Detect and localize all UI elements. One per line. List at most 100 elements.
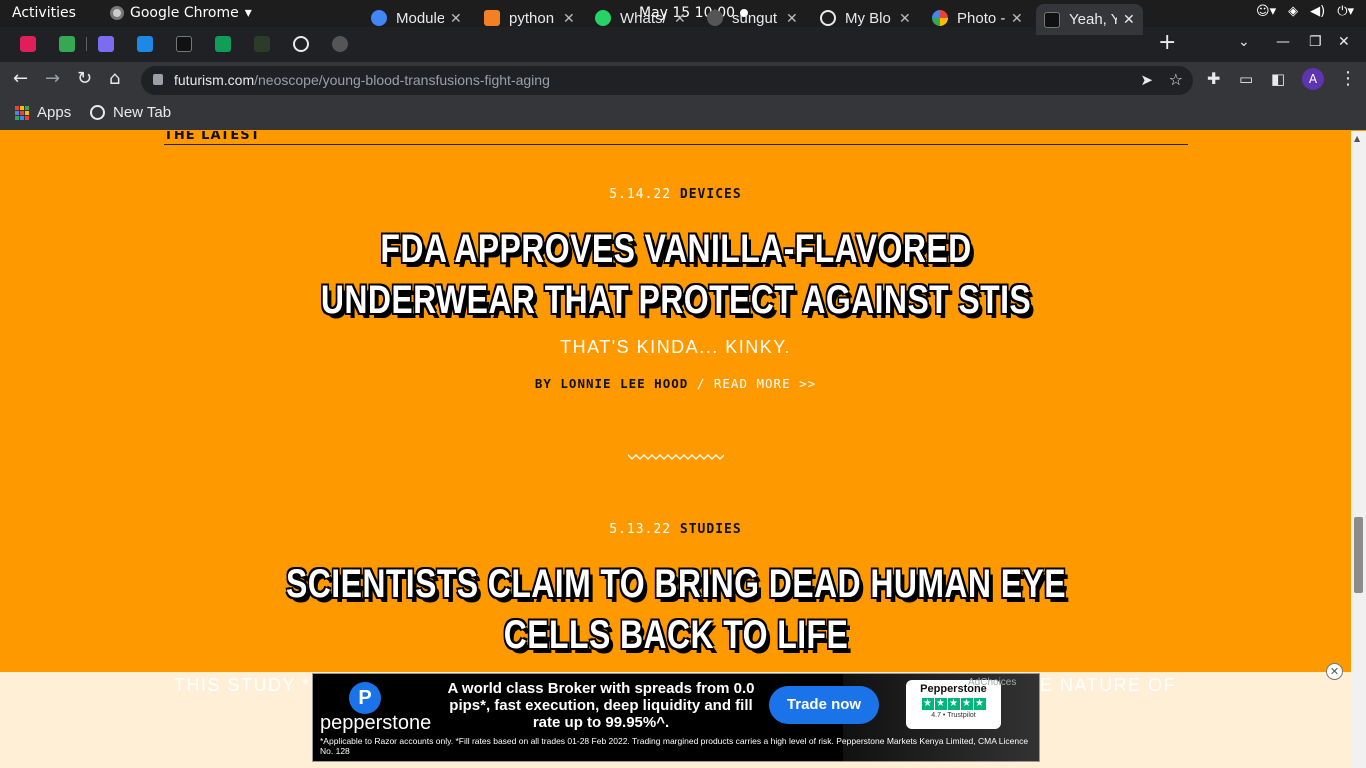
profile-avatar[interactable]: A [1302, 68, 1324, 90]
new-tab-button[interactable]: + [1158, 30, 1176, 55]
volume-icon[interactable]: ◀) [1310, 4, 1325, 19]
lock-icon[interactable] [153, 74, 163, 85]
scroll-up-arrow-icon[interactable]: ▲ [1354, 134, 1360, 143]
browser-toolbar: ← → ↻ ⌂ futurism.com/neoscope/young-bloo… [0, 62, 1366, 98]
ad-fine-print: *Applicable to Razor accounts only. *Fil… [320, 736, 1029, 756]
globe-icon [90, 105, 105, 120]
tab-whatsapp[interactable]: Whats/ ✕ [595, 3, 686, 33]
chrome-menu-icon[interactable]: ⋮ [1339, 69, 1357, 89]
article-category[interactable]: STUDIES [680, 522, 742, 537]
article-meta: 5.13.22 STUDIES [0, 522, 1351, 537]
article-meta: 5.14.22 DEVICES [0, 187, 1351, 202]
activities-button[interactable]: Activities [12, 5, 76, 21]
reload-icon[interactable]: ↻ [77, 69, 92, 89]
tab-github[interactable]: sungut ✕ [707, 3, 798, 33]
home-icon[interactable]: ⌂ [109, 69, 120, 89]
tab-title: Yeah, Y [1069, 11, 1117, 28]
article-headline[interactable]: FDA APPROVES VANILLA-FLAVORED UNDERWEAR … [276, 224, 1076, 326]
author-link[interactable]: BY LONNIE LEE HOOD [535, 376, 688, 391]
trustpilot-stars-icon: ★ ★ ★ ★ ★ [921, 698, 986, 710]
ad-headline: A world class Broker with spreads from 0… [447, 680, 755, 731]
stackoverflow-icon [484, 10, 500, 26]
close-window-icon[interactable]: ✕ [1338, 34, 1350, 50]
ad-brand: pepperstone [320, 712, 432, 734]
page-scrollbar[interactable]: ▲ [1351, 131, 1366, 768]
tab-module[interactable]: Module ✕ [371, 3, 462, 33]
extensions-icon[interactable]: ✚ [1207, 69, 1220, 89]
tab-title: sungut [732, 9, 778, 27]
tab-photos[interactable]: Photo - ✕ [932, 3, 1023, 33]
back-icon[interactable]: ← [13, 69, 28, 89]
close-tab-icon[interactable]: ✕ [786, 10, 798, 27]
subhead-fragment-right: E NATURE OF [1040, 675, 1177, 695]
article-date: 5.14.22 [609, 187, 672, 202]
read-more-link[interactable]: READ MORE >> [714, 376, 816, 391]
article-subhead: THAT'S KINDA... KINKY. [560, 337, 791, 357]
whatsapp-icon [595, 10, 611, 26]
app-menu-label: Google Chrome [130, 5, 239, 21]
ad-close-icon[interactable]: ✕ [1326, 663, 1343, 680]
squiggle-divider [628, 454, 724, 460]
pinned-tab-globe-icon[interactable] [293, 36, 309, 52]
tab-active-futurism[interactable]: Yeah, Y ✕ [1036, 4, 1143, 35]
pinned-tab-slack-icon[interactable] [20, 36, 36, 52]
pinned-tab-code-icon[interactable] [98, 36, 114, 52]
subhead-fragment-left: THIS STUDY * [174, 675, 311, 695]
close-tab-icon[interactable]: ✕ [563, 10, 575, 27]
bookmark-new-tab[interactable]: New Tab [90, 104, 171, 121]
wifi-icon[interactable]: ◈ [1288, 4, 1298, 19]
article-byline: BY LONNIE LEE HOOD / READ MORE >> [0, 376, 1351, 391]
section-divider [164, 144, 1188, 145]
forward-icon[interactable]: → [45, 69, 60, 89]
trustpilot-score: 4.7 • Trustpilot [931, 712, 976, 719]
article-category[interactable]: DEVICES [680, 187, 742, 202]
power-icon[interactable]: ⏻▾ [1337, 4, 1354, 19]
pepperstone-logo-icon: P [349, 682, 381, 714]
app-menu[interactable]: Google Chrome ▾ [110, 5, 252, 21]
scrollbar-thumb[interactable] [1354, 517, 1363, 593]
tab-python[interactable]: python ✕ [484, 3, 575, 33]
byline-separator: / [696, 376, 706, 391]
article-date: 5.13.22 [609, 522, 672, 537]
pinned-tab-github-icon[interactable] [332, 36, 348, 52]
tab-my-blog[interactable]: My Blo ✕ [820, 3, 911, 33]
side-panel-icon[interactable]: ◧ [1271, 69, 1285, 89]
bookmark-label: New Tab [113, 104, 172, 121]
url-text[interactable]: futurism.com/neoscope/young-blood-transf… [174, 72, 550, 88]
pinned-tab-futurism-icon[interactable] [176, 36, 192, 52]
futurism-icon [1044, 11, 1060, 28]
advertisement-banner[interactable]: P pepperstone A world class Broker with … [312, 673, 1040, 762]
system-tray[interactable]: ☺▾ ◈ ◀) ⏻▾ [1256, 4, 1354, 19]
close-tab-icon[interactable]: ✕ [674, 10, 686, 27]
tab-search-chevron-icon[interactable]: ⌄ [1238, 34, 1250, 50]
close-tab-icon[interactable]: ✕ [899, 10, 911, 27]
pinned-tab-play-icon[interactable] [137, 36, 153, 52]
chrome-icon [110, 6, 124, 20]
bookmark-star-icon[interactable]: ☆ [1169, 70, 1183, 89]
bookmark-apps[interactable]: Apps [15, 104, 71, 121]
close-tab-icon[interactable]: ✕ [1123, 11, 1135, 28]
globe-icon [820, 10, 836, 26]
cast-icon[interactable]: ▭ [1239, 69, 1253, 89]
pinned-tab-app-icon[interactable] [59, 36, 75, 52]
accessibility-icon[interactable]: ☺▾ [1256, 4, 1276, 19]
photos-icon [932, 10, 948, 26]
minimize-icon[interactable]: — [1276, 34, 1290, 50]
close-tab-icon[interactable]: ✕ [1011, 10, 1023, 27]
tab-separator [86, 37, 87, 51]
send-tab-icon[interactable]: ➤ [1140, 71, 1153, 89]
maximize-icon[interactable]: ❐ [1309, 34, 1322, 50]
pinned-tab-sheets-icon[interactable] [215, 36, 231, 52]
pinned-tab-tree-icon[interactable] [254, 36, 270, 52]
trade-now-button[interactable]: Trade now [769, 686, 879, 724]
adchoices-link[interactable]: AdChoices [968, 677, 1016, 688]
article-headline[interactable]: SCIENTISTS CLAIM TO BRING DEAD HUMAN EYE… [276, 559, 1076, 661]
github-icon [707, 10, 723, 26]
tab-title: My Blo [845, 9, 891, 27]
tab-title: Module [396, 9, 444, 27]
bookmarks-bar: Apps New Tab [0, 98, 1366, 130]
address-bar[interactable]: futurism.com/neoscope/young-blood-transf… [141, 66, 1193, 95]
close-tab-icon[interactable]: ✕ [450, 10, 462, 27]
apps-grid-icon [15, 105, 29, 120]
bookmark-label: Apps [37, 104, 72, 121]
